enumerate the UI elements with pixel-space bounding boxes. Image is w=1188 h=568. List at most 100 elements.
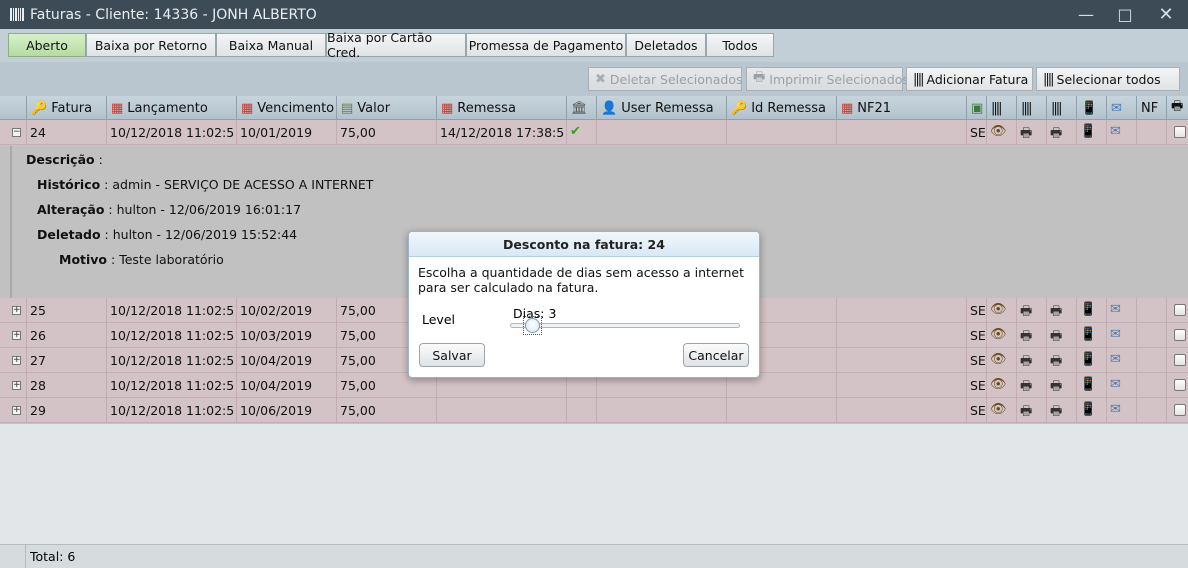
phone-add-icon[interactable]: 📱	[1080, 352, 1096, 367]
expand-row-toggle[interactable]: +	[12, 406, 21, 415]
column-phone-add[interactable]: 📱	[1076, 96, 1106, 120]
printer-icon[interactable]: 🖶	[1050, 302, 1062, 324]
expand-row-toggle[interactable]: +	[12, 381, 21, 390]
toolbar: ✖ Deletar Selecionados 🖶 Imprimir Seleci…	[0, 62, 1188, 96]
column-separator	[836, 398, 837, 423]
phone-add-icon[interactable]: 📱	[1080, 377, 1096, 392]
column-separator	[236, 120, 237, 145]
cancel-button[interactable]: Cancelar	[683, 343, 749, 367]
column-separator	[726, 398, 727, 423]
view-icon[interactable]: 👁	[990, 327, 1007, 342]
column-barcode-1[interactable]: ||||	[986, 96, 1016, 120]
collapse-row-toggle[interactable]: −	[12, 128, 21, 137]
minimize-button[interactable]: —	[1066, 0, 1106, 29]
printer-icon[interactable]: 🖶	[1050, 377, 1062, 399]
column-separator	[596, 398, 597, 423]
email-icon[interactable]: ✉	[1110, 352, 1121, 367]
column-separator	[1166, 298, 1167, 323]
view-icon[interactable]: 👁	[990, 124, 1007, 139]
tab-promessa-pagamento[interactable]: Promessa de Pagamento	[466, 33, 626, 57]
column-barcode-2[interactable]: ||||	[1016, 96, 1046, 120]
save-button[interactable]: Salvar	[419, 343, 485, 367]
column-nf21[interactable]: ▦ NF21	[836, 96, 966, 120]
barcode-icon: ||||	[991, 100, 1002, 116]
view-icon[interactable]: 👁	[990, 402, 1007, 417]
print-selected-button[interactable]: 🖶 Imprimir Selecionados	[746, 67, 909, 91]
column-fatura[interactable]: 🔑 Fatura	[26, 96, 106, 120]
add-invoice-button[interactable]: |||| Adicionar Fatura	[906, 67, 1033, 91]
email-icon[interactable]: ✉	[1110, 377, 1121, 392]
view-icon[interactable]: 👁	[990, 302, 1007, 317]
row-select-checkbox[interactable]	[1174, 379, 1186, 391]
printer-icon[interactable]: 🖶	[1050, 402, 1062, 424]
print-boleto-icon[interactable]: 🖶	[1020, 377, 1032, 399]
maximize-button[interactable]: □	[1105, 0, 1145, 29]
close-button[interactable]: ✕	[1146, 0, 1186, 29]
tab-deletados[interactable]: Deletados	[626, 33, 706, 57]
printer-icon[interactable]: 🖶	[1050, 327, 1062, 349]
column-id-remessa-label: Id Remessa	[751, 100, 827, 116]
view-icon[interactable]: 👁	[990, 377, 1007, 392]
phone-add-icon[interactable]: 📱	[1080, 302, 1096, 317]
expand-row-toggle[interactable]: +	[12, 356, 21, 365]
tab-baixa-cartao[interactable]: Baixa por Cartão Cred.	[326, 30, 466, 60]
slider-focus-ring	[523, 316, 542, 335]
column-separator	[1046, 348, 1047, 373]
dias-slider-handle[interactable]	[523, 316, 542, 335]
cell-vencimento: 10/03/2019	[240, 328, 313, 343]
print-boleto-icon[interactable]: 🖶	[1020, 402, 1032, 424]
printer-icon[interactable]: 🖶	[1050, 352, 1062, 374]
column-email[interactable]: ✉	[1106, 96, 1136, 120]
print-boleto-icon[interactable]: 🖶	[1020, 302, 1032, 324]
level-label: Level	[422, 312, 455, 327]
row-select-checkbox[interactable]	[1174, 329, 1186, 341]
phone-add-icon[interactable]: 📱	[1080, 402, 1096, 417]
printer-icon[interactable]: 🖶	[1050, 124, 1062, 146]
column-nf[interactable]: NF	[1136, 96, 1166, 120]
email-icon[interactable]: ✉	[1110, 327, 1121, 342]
detail-motivo: Motivo : Teste laboratório	[59, 252, 224, 267]
column-status[interactable]: ▣	[966, 96, 986, 120]
print-boleto-icon[interactable]: 🖶	[1020, 327, 1032, 349]
column-print[interactable]: 🖶	[1166, 96, 1188, 120]
column-remessa[interactable]: ▦ Remessa	[436, 96, 566, 120]
expand-row-toggle[interactable]: +	[12, 331, 21, 340]
table-row[interactable]: −24 10/12/2018 11:02:59 10/01/2019 75,00 14/…	[0, 120, 1188, 145]
print-boleto-icon[interactable]: 🖶	[1020, 352, 1032, 374]
column-lancamento[interactable]: ▦ Lançamento	[106, 96, 236, 120]
print-boleto-icon[interactable]: 🖶	[1020, 124, 1032, 146]
cell-status: SE	[970, 353, 986, 368]
phone-add-icon[interactable]: 📱	[1080, 327, 1096, 342]
column-vencimento[interactable]: ▦ Vencimento	[236, 96, 336, 120]
column-separator	[106, 120, 107, 145]
row-select-checkbox[interactable]	[1174, 304, 1186, 316]
delete-selected-button[interactable]: ✖ Deletar Selecionados	[588, 67, 743, 91]
column-user-remessa[interactable]: 👤 User Remessa	[596, 96, 726, 120]
select-all-button[interactable]: |||| Selecionar todos	[1036, 67, 1180, 91]
add-invoice-label: Adicionar Fatura	[926, 71, 1029, 87]
row-select-checkbox[interactable]	[1174, 404, 1186, 416]
phone-add-icon[interactable]: 📱	[1080, 124, 1096, 139]
column-separator	[1166, 348, 1167, 373]
column-separator	[1046, 298, 1047, 323]
tab-baixa-retorno[interactable]: Baixa por Retorno	[86, 33, 216, 57]
column-valor[interactable]: ▤ Valor	[336, 96, 436, 120]
expand-row-toggle[interactable]: +	[12, 306, 21, 315]
row-select-checkbox[interactable]	[1174, 354, 1186, 366]
table-row[interactable]: +29 10/12/2018 11:02:59 10/06/2019 75,00 SE 👁…	[0, 398, 1188, 423]
tab-aberto[interactable]: Aberto	[8, 33, 86, 57]
column-barcode-3[interactable]: ||||	[1046, 96, 1076, 120]
tab-todos[interactable]: Todos	[706, 33, 774, 57]
view-icon[interactable]: 👁	[990, 352, 1007, 367]
detail-historico-value: admin - SERVIÇO DE ACESSO A INTERNET	[112, 177, 374, 192]
column-bank[interactable]: 🏛	[566, 96, 596, 120]
tab-baixa-manual[interactable]: Baixa Manual	[216, 33, 326, 57]
email-icon[interactable]: ✉	[1110, 302, 1121, 317]
cell-fatura: 28	[30, 378, 46, 393]
row-select-checkbox[interactable]	[1174, 126, 1186, 138]
email-icon[interactable]: ✉	[1110, 124, 1121, 139]
dias-slider-track[interactable]	[510, 323, 740, 328]
email-icon[interactable]: ✉	[1110, 402, 1121, 417]
column-id-remessa[interactable]: 🔑 Id Remessa	[726, 96, 836, 120]
dialog-message: Escolha a quantidade de dias sem acesso …	[418, 265, 745, 295]
